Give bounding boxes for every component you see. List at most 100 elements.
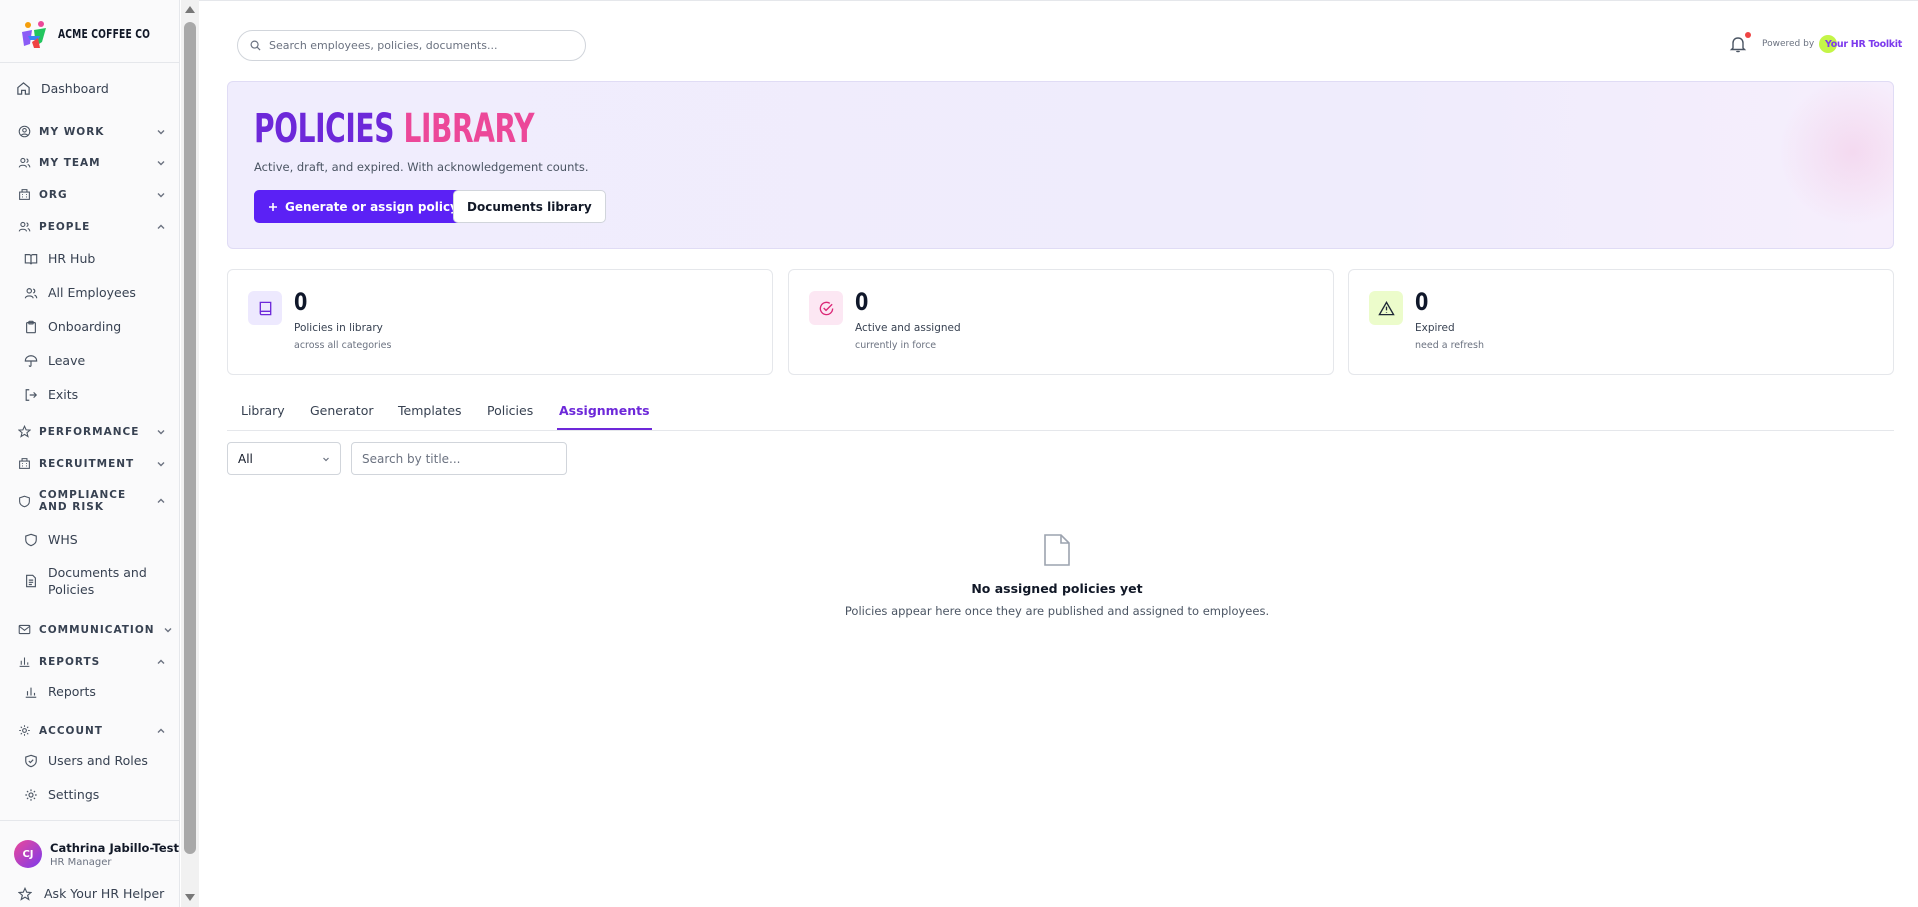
scroll-thumb[interactable]: [184, 22, 196, 854]
sidebar-section-label: PERFORMANCE: [39, 425, 140, 438]
stat-label: Expired: [1415, 322, 1455, 334]
global-search[interactable]: [237, 30, 586, 61]
sidebar-section-my-work[interactable]: MY WORK: [18, 125, 166, 138]
log-out-icon: [25, 388, 38, 401]
sidebar-section-communication[interactable]: COMMUNICATION: [18, 623, 172, 636]
page-subtitle: Active, draft, and expired. With acknowl…: [254, 160, 589, 174]
clipboard-icon: [26, 320, 36, 333]
sidebar-section-compliance-and-risk[interactable]: COMPLIANCE AND RISK: [18, 489, 166, 513]
user-name: Cathrina Jabillo-Test: [50, 840, 179, 855]
search-input[interactable]: [269, 39, 569, 52]
shield-icon: [19, 495, 30, 507]
sidebar-section-reports[interactable]: REPORTS: [18, 655, 166, 668]
user-info: Cathrina Jabillo-Test HR Manager: [50, 841, 179, 868]
title-search-input[interactable]: [351, 442, 567, 475]
sidebar-item-label: WHS: [48, 532, 78, 547]
sidebar-item-label: HR Hub: [48, 251, 96, 266]
status-filter-select[interactable]: All: [227, 442, 341, 475]
building-icon: [19, 189, 30, 200]
sidebar-item-documents-and-policies[interactable]: Documents and Policies: [24, 564, 169, 598]
sidebar-item-dashboard[interactable]: Dashboard: [16, 81, 166, 96]
avatar: CJ: [14, 840, 42, 868]
alert-triangle-icon: [1377, 300, 1395, 315]
sidebar-item-label: Dashboard: [41, 81, 109, 96]
sidebar-item-hr-hub[interactable]: HR Hub: [24, 250, 169, 267]
chevron-up-icon: [157, 498, 165, 503]
tab-policies[interactable]: Policies: [487, 403, 533, 428]
building-icon: [19, 458, 30, 469]
chevron-down-icon: [323, 457, 329, 461]
chevron-down-icon: [157, 461, 165, 466]
users-icon: [18, 221, 31, 232]
sidebar-section-org[interactable]: ORG: [18, 188, 166, 201]
sidebar-section-label: MY WORK: [39, 125, 105, 138]
brand-logo-icon: [22, 21, 46, 48]
stat-value: 0: [294, 288, 308, 316]
chevron-up-icon: [157, 728, 165, 733]
stat-value: 0: [855, 288, 869, 316]
sidebar-item-label: Leave: [48, 353, 86, 368]
stat-icon-container: [1369, 291, 1403, 325]
sidebar-section-people[interactable]: PEOPLE: [18, 220, 166, 233]
user-profile[interactable]: CJ Cathrina Jabillo-Test HR Manager: [14, 840, 179, 868]
partner-logo: Your HR Toolkit: [1819, 35, 1902, 53]
sidebar-section-label: COMPLIANCE AND RISK: [39, 489, 127, 513]
button-label: Generate or assign policy: [285, 199, 458, 214]
sidebar-section-label: ACCOUNT: [39, 724, 103, 737]
stat-note: need a refresh: [1415, 340, 1485, 351]
tab-templates[interactable]: Templates: [398, 403, 462, 428]
powered-by-label: Powered by: [1762, 39, 1815, 49]
sidebar-item-whs[interactable]: WHS: [24, 531, 169, 548]
sidebar-item-label: Exits: [48, 387, 79, 402]
stat-note: currently in force: [855, 340, 937, 351]
scroll-down-arrow-icon[interactable]: [185, 894, 195, 901]
sidebar-item-onboarding[interactable]: Onboarding: [24, 318, 169, 335]
stat-value: 0: [1415, 288, 1429, 316]
search-icon: [250, 40, 261, 51]
shield-icon: [25, 533, 37, 546]
sidebar-section-my-team[interactable]: MY TEAM: [18, 156, 166, 169]
sidebar-section-account[interactable]: ACCOUNT: [18, 724, 166, 737]
sidebar-item-exits[interactable]: Exits: [24, 386, 169, 403]
brand-name: ACME COFFEE CO: [58, 27, 151, 41]
divider: [0, 820, 179, 821]
sidebar: ACME COFFEE CO Dashboard MY WORK MY TEAM…: [0, 0, 180, 907]
sidebar-section-label: ORG: [39, 188, 68, 201]
hero-banner: POLICIES LIBRARY Active, draft, and expi…: [227, 81, 1894, 249]
chevron-up-icon: [157, 659, 165, 664]
ask-hr-helper-label: Ask Your HR Helper: [44, 886, 165, 901]
bell-icon[interactable]: [1729, 35, 1747, 53]
sidebar-section-label: MY TEAM: [39, 156, 101, 169]
sidebar-item-label: Users and Roles: [48, 753, 148, 768]
scroll-up-arrow-icon[interactable]: [185, 6, 195, 13]
stat-icon-container: [809, 291, 843, 325]
users-icon: [18, 157, 31, 168]
gear-icon: [25, 788, 37, 801]
tab-library[interactable]: Library: [241, 403, 285, 428]
check-circle-icon: [819, 301, 833, 315]
gear-icon: [19, 725, 30, 736]
documents-library-button[interactable]: Documents library: [453, 190, 606, 223]
stat-card-policies: 0 Policies in library across all categor…: [227, 269, 773, 375]
sidebar-item-reports[interactable]: Reports: [24, 683, 169, 700]
sidebar-item-users-and-roles[interactable]: Users and Roles: [24, 752, 169, 769]
sidebar-item-all-employees[interactable]: All Employees: [24, 284, 169, 301]
mail-icon: [18, 624, 31, 635]
stat-icon-container: [248, 291, 282, 325]
sidebar-section-performance[interactable]: PERFORMANCE: [18, 425, 166, 438]
sidebar-item-leave[interactable]: Leave: [24, 352, 169, 369]
stat-card-active: 0 Active and assigned currently in force: [788, 269, 1334, 375]
brand[interactable]: ACME COFFEE CO: [18, 18, 166, 50]
sidebar-item-settings[interactable]: Settings: [24, 786, 169, 803]
book-icon: [259, 301, 271, 315]
sidebar-scrollbar[interactable]: [181, 0, 199, 907]
page-title-part2: LIBRARY: [403, 106, 535, 152]
tab-generator[interactable]: Generator: [310, 403, 373, 428]
shield-check-icon: [25, 754, 37, 767]
tab-assignments[interactable]: Assignments: [557, 403, 652, 430]
divider: [0, 62, 179, 63]
chevron-down-icon: [157, 160, 165, 165]
ask-hr-helper-button[interactable]: Ask Your HR Helper: [18, 886, 164, 901]
generate-or-assign-policy-button[interactable]: Generate or assign policy: [254, 190, 472, 223]
sidebar-section-recruitment[interactable]: RECRUITMENT: [18, 457, 166, 470]
